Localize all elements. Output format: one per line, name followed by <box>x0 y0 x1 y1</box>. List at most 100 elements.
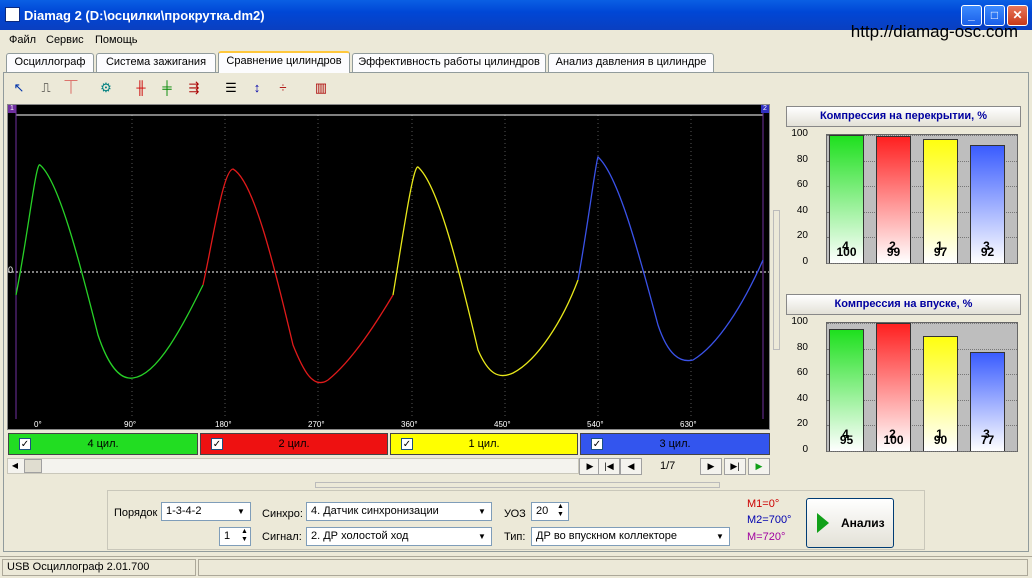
gridline <box>827 323 1017 324</box>
chevron-down-icon: ▼ <box>478 532 486 541</box>
play-icon[interactable]: ▶ <box>748 458 770 475</box>
checkbox-cylinder-4[interactable]: ✓ <box>19 438 31 450</box>
bar-chart-icon[interactable]: ▥ <box>310 77 332 99</box>
angle-label: 540° <box>587 420 604 429</box>
app-icon <box>5 7 20 22</box>
intake-compression-panel: Компрессия на впуске, % 95 100 90 77 0 20 40 6… <box>784 292 1023 474</box>
order-value: 1-3-4-2 <box>166 505 202 517</box>
status-device: USB Осциллограф 2.01.700 <box>2 559 196 576</box>
legend-cylinder-4[interactable]: ✓ 4 цил. <box>8 433 198 455</box>
type-select[interactable]: ДР во впускном коллекторе ▼ <box>531 527 730 546</box>
trigger-fall-icon[interactable]: ⏉ <box>60 77 82 99</box>
checkbox-cylinder-3[interactable]: ✓ <box>591 438 603 450</box>
x-category-label: 4 <box>842 427 849 441</box>
menu-help[interactable]: Помощь <box>95 34 138 46</box>
gridline <box>827 263 1017 264</box>
y-tick-label: 80 <box>796 341 808 353</box>
merge-channels-icon[interactable]: ╪ <box>156 77 178 99</box>
uoz-label: УОЗ <box>504 508 526 520</box>
trigger-rise-icon[interactable]: ⎍ <box>35 77 57 99</box>
angle-label: 180° <box>215 420 232 429</box>
nav-first-button[interactable]: |◀ <box>598 458 620 475</box>
splitter-horizontal[interactable] <box>315 482 720 488</box>
y-tick-label: 60 <box>796 179 808 191</box>
signal-select[interactable]: 2. ДР холостой ход ▼ <box>306 527 492 546</box>
checkbox-cylinder-2[interactable]: ✓ <box>211 438 223 450</box>
y-tick-label: 0 <box>802 256 808 267</box>
angle-label: 90° <box>124 420 137 429</box>
y-tick-label: 100 <box>791 128 808 139</box>
type-label: Тип: <box>504 531 526 543</box>
horizontal-lines-icon[interactable]: ☰ <box>220 77 242 99</box>
overlay-icon[interactable]: ⚙ <box>95 77 117 99</box>
page-indicator: 1/7 <box>660 460 676 472</box>
play-icon <box>817 513 829 533</box>
order-select[interactable]: 1-3-4-2 ▼ <box>161 502 251 521</box>
cylinder-3-trace <box>577 156 764 362</box>
legend-cylinder-1[interactable]: ✓ 1 цил. <box>390 433 578 455</box>
y-tick-label: 20 <box>796 230 808 242</box>
y-tick-label: 40 <box>796 392 808 404</box>
splitter-vertical[interactable] <box>773 210 780 350</box>
legend-cylinder-3[interactable]: ✓ 3 цил. <box>580 433 770 455</box>
nav-last-button[interactable]: ▶| <box>724 458 746 475</box>
checkbox-cylinder-1[interactable]: ✓ <box>401 438 413 450</box>
y-tick-label: 0 <box>802 444 808 455</box>
center-icon[interactable]: ÷ <box>272 77 294 99</box>
chevron-down-icon: ▼ <box>716 532 724 541</box>
sync-select[interactable]: 4. Датчик синхронизации ▼ <box>306 502 492 521</box>
angle-label: 630° <box>680 420 697 429</box>
sync-value: 4. Датчик синхронизации <box>311 505 439 517</box>
type-value: ДР во впускном коллекторе <box>536 530 678 542</box>
analyze-label: Анализ <box>841 516 885 530</box>
split-channels-icon[interactable]: ╫ <box>130 77 152 99</box>
overlap-compression-panel: Компрессия на перекрытии, % 100 99 97 92 02… <box>784 104 1023 286</box>
menu-file[interactable]: Файл <box>9 34 36 46</box>
x-category-label: 1 <box>936 427 943 441</box>
marker-m2: M2=700° <box>747 514 792 526</box>
tab-pressure-analysis[interactable]: Анализ давления в цилиндре <box>548 53 714 72</box>
chart-title: Компрессия на перекрытии, % <box>786 106 1021 127</box>
uoz-spinner[interactable]: ▲ ▼ <box>553 503 568 520</box>
vertical-zoom-icon[interactable]: ↕ <box>246 77 268 99</box>
angle-label: 270° <box>308 420 325 429</box>
y-tick-label: 60 <box>796 367 808 379</box>
cylinder-1-trace <box>392 166 579 377</box>
status-bar: USB Осциллограф 2.01.700 <box>0 556 1032 578</box>
legend-label: 2 цил. <box>278 438 310 450</box>
horizontal-scrollbar[interactable]: ◀ <box>7 458 579 474</box>
uoz-value: 20 <box>536 505 549 517</box>
tab-oscilloscope[interactable]: Осциллограф <box>6 53 94 72</box>
nav-prev-button[interactable]: ◀ <box>620 458 642 475</box>
marker-m1: M1=0° <box>747 498 780 510</box>
tab-cylinder-efficiency[interactable]: Эффективность работы цилиндров <box>352 53 546 72</box>
scroll-left-icon[interactable]: ◀ <box>8 459 22 473</box>
angle-label: 0° <box>34 420 42 429</box>
scroll-thumb[interactable] <box>24 459 42 473</box>
y-tick-label: 40 <box>796 204 808 216</box>
x-category-label: 2 <box>889 239 896 253</box>
cylinder-2-trace <box>202 168 394 384</box>
menu-service[interactable]: Сервис <box>46 34 84 46</box>
shift-channels-icon[interactable]: ⇶ <box>183 77 205 99</box>
signal-label: Сигнал: <box>262 531 302 543</box>
chart-title: Компрессия на впуске, % <box>786 294 1021 315</box>
angle-label: 360° <box>401 420 418 429</box>
x-category-label: 3 <box>983 427 990 441</box>
legend-label: 1 цил. <box>468 438 500 450</box>
y-tick-label: 100 <box>791 316 808 327</box>
tab-ignition[interactable]: Система зажигания <box>96 53 216 72</box>
nav-next-button[interactable]: ▶ <box>700 458 722 475</box>
legend-cylinder-2[interactable]: ✓ 2 цил. <box>200 433 388 455</box>
oscillogram[interactable]: 0 1 2 <box>7 104 770 430</box>
order-sub-spinner[interactable]: ▲ ▼ <box>237 528 252 545</box>
analyze-button[interactable]: Анализ <box>806 498 894 548</box>
x-category-label: 3 <box>983 239 990 253</box>
tab-cylinder-compare[interactable]: Сравнение цилиндров <box>218 51 350 73</box>
cursor-1-marker[interactable]: 1 <box>8 105 16 113</box>
cursor-2-marker[interactable]: 2 <box>761 105 769 113</box>
legend-label: 3 цил. <box>659 438 691 450</box>
cursor-tool-icon[interactable]: ↖ <box>8 77 30 99</box>
y-tick-label: 80 <box>796 153 808 165</box>
sync-label: Синхро: <box>262 508 303 520</box>
